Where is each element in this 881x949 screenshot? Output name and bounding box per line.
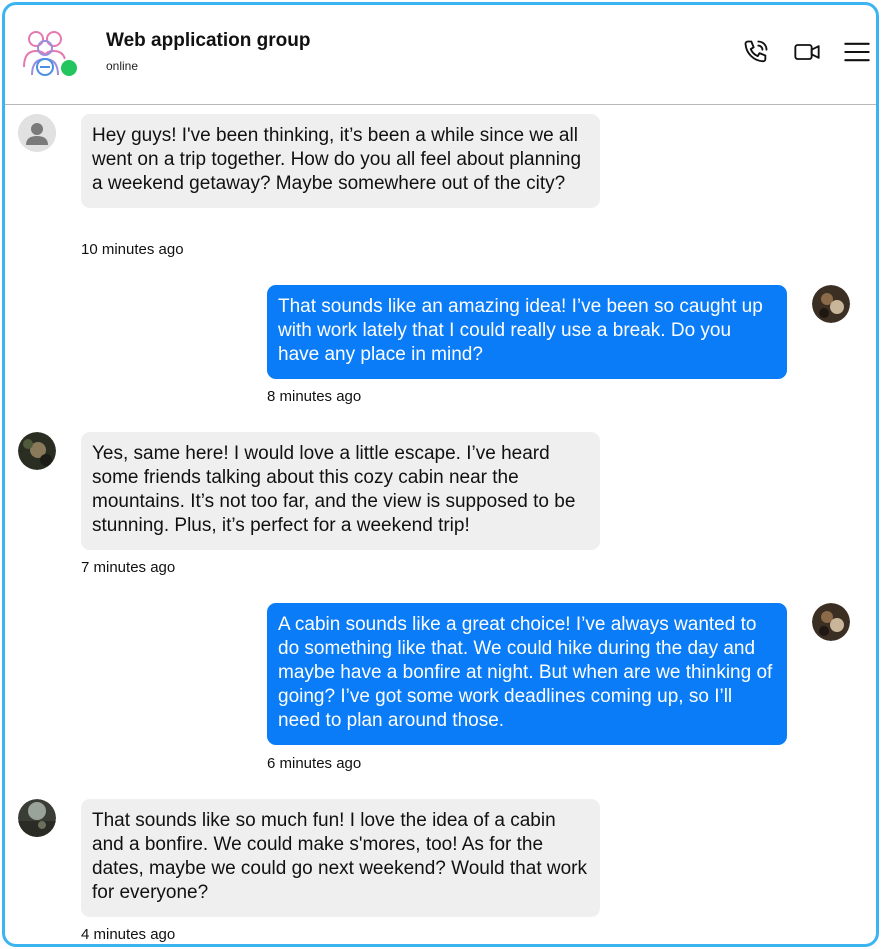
user-avatar[interactable]: [18, 432, 56, 470]
message-bubble: That sounds like so much fun! I love the…: [81, 799, 600, 917]
default-avatar[interactable]: [18, 114, 56, 152]
user-avatar[interactable]: [812, 285, 850, 323]
message-bubble: A cabin sounds like a great choice! I’ve…: [267, 603, 787, 745]
message-timestamp: 6 minutes ago: [267, 755, 362, 772]
phone-icon[interactable]: [740, 36, 772, 68]
message-timestamp: 8 minutes ago: [267, 388, 362, 405]
message-bubble: That sounds like an amazing idea! I’ve b…: [267, 285, 787, 379]
message-timestamp: 10 minutes ago: [81, 241, 184, 258]
online-status: online: [106, 59, 139, 73]
message-bubble: Hey guys! I've been thinking, it’s been …: [81, 114, 600, 208]
online-indicator: [59, 58, 79, 78]
message-timestamp: 7 minutes ago: [81, 559, 176, 576]
user-avatar[interactable]: [812, 603, 850, 641]
user-avatar[interactable]: [18, 799, 56, 837]
chat-header: Web application group online: [5, 5, 876, 105]
menu-icon[interactable]: [841, 36, 873, 68]
chat-title: Web application group: [106, 30, 311, 51]
chat-window: Web application group online Hey guys! I…: [2, 2, 879, 947]
message-bubble: Yes, same here! I would love a little es…: [81, 432, 600, 550]
message-timestamp: 4 minutes ago: [81, 926, 176, 943]
video-icon[interactable]: [791, 36, 823, 68]
